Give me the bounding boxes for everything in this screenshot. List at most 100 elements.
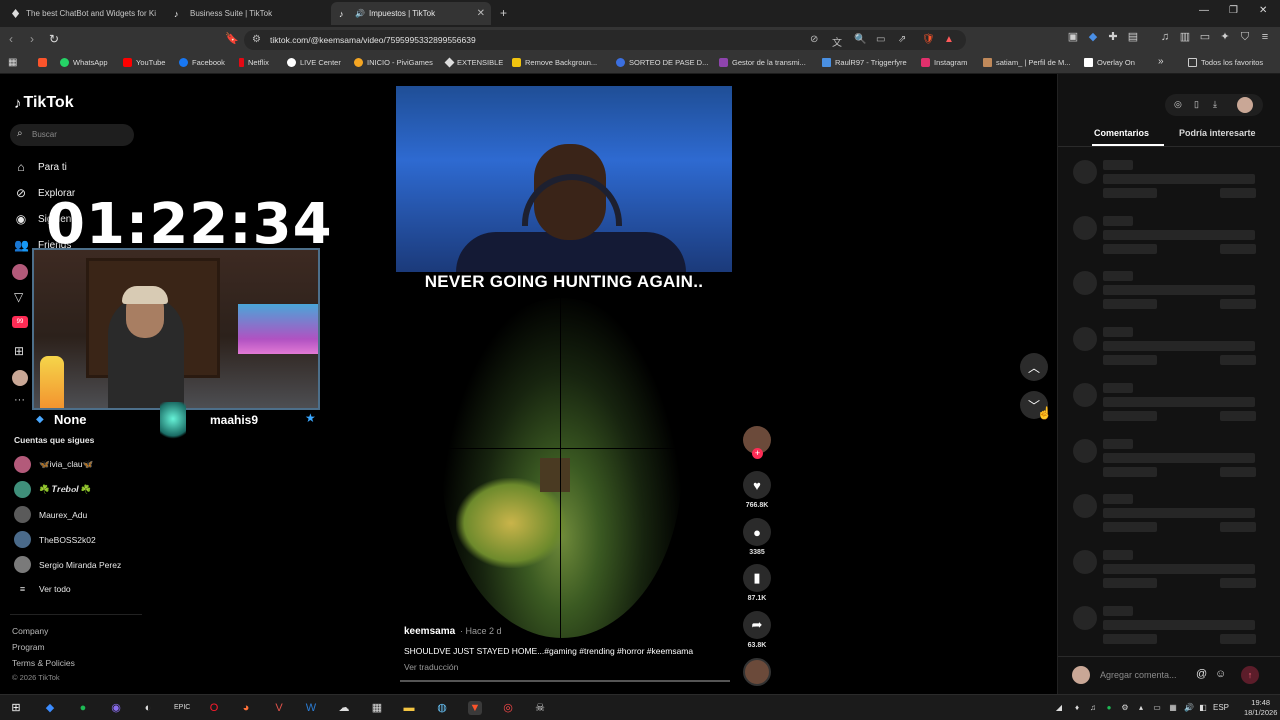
brave-rewards-icon[interactable]: ▲ bbox=[944, 34, 954, 45]
extension-icon[interactable]: ▤ bbox=[1127, 31, 1139, 43]
opera-gx-icon[interactable]: O bbox=[207, 701, 221, 715]
close-window-icon[interactable]: ✕ bbox=[1259, 5, 1267, 16]
author-avatar-button[interactable]: + bbox=[742, 426, 772, 459]
app-icon[interactable]: ☁ bbox=[337, 701, 351, 715]
bookmark-item[interactable]: satiam_ | Perfil de M... bbox=[983, 58, 1070, 67]
footer-link[interactable]: Program bbox=[12, 642, 45, 652]
video-player[interactable]: NEVER GOING HUNTING AGAIN.. bbox=[396, 86, 732, 682]
extension-icon[interactable]: ◆ bbox=[1087, 31, 1099, 43]
video-progress-bar[interactable] bbox=[400, 680, 730, 682]
tray-icon[interactable]: ⚙ bbox=[1118, 701, 1132, 715]
tiktok-logo[interactable]: ♪ TikTok bbox=[14, 94, 74, 112]
brave-shield-icon[interactable]: 🛡 bbox=[922, 34, 935, 45]
valorant-icon[interactable]: V bbox=[272, 701, 286, 715]
no-tracking-icon[interactable]: ⊘ bbox=[810, 34, 818, 45]
save-button[interactable]: ▮ 87.1K bbox=[742, 564, 772, 602]
tray-icon[interactable]: ♫ bbox=[1086, 701, 1100, 715]
apps-grid-icon[interactable]: ▦ bbox=[8, 57, 17, 68]
bookmark-item[interactable]: INICIO - PiviGames bbox=[354, 58, 433, 67]
music-disc-button[interactable] bbox=[742, 658, 772, 686]
share-button[interactable]: ➦ 63.8K bbox=[742, 611, 772, 649]
close-tab-icon[interactable]: ✕ bbox=[477, 8, 485, 19]
app-icon[interactable]: ◎ bbox=[501, 701, 515, 715]
download-icon[interactable]: ⤓ bbox=[1213, 99, 1217, 110]
wallet-icon[interactable]: ▭ bbox=[1199, 31, 1211, 43]
footer-link[interactable]: Company bbox=[12, 626, 48, 636]
see-translation-link[interactable]: Ver traducción bbox=[404, 662, 458, 672]
tab-business-suite[interactable]: ♪ Business Suite | TikTok bbox=[166, 2, 326, 25]
app-icon[interactable]: ◆ bbox=[43, 701, 57, 715]
bookmark-item[interactable]: Remove Backgroun... bbox=[512, 58, 597, 67]
windows-start-icon[interactable]: ⊞ bbox=[9, 701, 23, 715]
more-icon[interactable]: ··· bbox=[14, 394, 25, 406]
following-item[interactable]: TheBOSS2k02 bbox=[14, 531, 96, 548]
previous-video-button[interactable]: ︿ bbox=[1020, 353, 1048, 381]
bookmarks-more-button[interactable]: » bbox=[1158, 56, 1164, 67]
following-item[interactable]: Maurex_Adu bbox=[14, 506, 87, 523]
share-icon[interactable]: ⇗ bbox=[898, 34, 906, 45]
bookmark-brave[interactable] bbox=[38, 58, 51, 67]
site-info-icon[interactable]: ⚙ bbox=[252, 34, 261, 45]
tray-icon[interactable]: ◧ bbox=[1196, 701, 1210, 715]
bookmark-item[interactable]: WhatsApp bbox=[60, 58, 108, 67]
file-explorer-icon[interactable]: ▬ bbox=[402, 701, 416, 715]
extensions-puzzle-icon[interactable]: ✚ bbox=[1107, 31, 1119, 43]
minimize-icon[interactable]: — bbox=[1199, 5, 1209, 16]
bookmark-item[interactable]: SORTEO DE PASE D... bbox=[616, 58, 708, 67]
forward-icon[interactable]: › bbox=[30, 32, 34, 46]
brave-icon[interactable]: ▼ bbox=[468, 701, 482, 715]
device-icon[interactable]: ▯ bbox=[1194, 99, 1199, 110]
bookmark-item[interactable]: RaulR97 - Triggerfyre bbox=[822, 58, 907, 67]
spotify-icon[interactable]: ● bbox=[76, 701, 90, 715]
address-bar[interactable]: ⚙ tiktok.com/@keemsama/video/75959953328… bbox=[244, 30, 966, 50]
coin-icon[interactable]: ◎ bbox=[1174, 99, 1182, 110]
bookmark-page-icon[interactable]: 🔖 bbox=[225, 32, 239, 45]
following-item[interactable]: Sergio Miranda Perez bbox=[14, 556, 121, 573]
obs-icon[interactable]: ◐ bbox=[141, 701, 155, 715]
vpn-icon[interactable]: ⛉ bbox=[1239, 31, 1251, 43]
back-icon[interactable]: ‹ bbox=[9, 32, 13, 46]
calculator-icon[interactable]: ▦ bbox=[370, 701, 384, 715]
follow-plus-icon[interactable]: + bbox=[752, 448, 763, 459]
tab-podria-interesarte[interactable]: Podría interesarte bbox=[1179, 128, 1256, 138]
footer-link[interactable]: Terms & Policies bbox=[12, 658, 75, 668]
see-all-link[interactable]: ≡ Ver todo bbox=[14, 584, 71, 594]
bookmark-item[interactable]: YouTube bbox=[123, 58, 165, 67]
tab-chatbot[interactable]: The best ChatBot and Widgets for Ki bbox=[4, 2, 164, 25]
live-avatar[interactable] bbox=[12, 264, 28, 280]
add-icon[interactable]: ⊞ bbox=[14, 344, 24, 358]
bookmark-item[interactable]: Facebook bbox=[179, 58, 225, 67]
tray-icon[interactable]: ♦ bbox=[1070, 701, 1084, 715]
search-input[interactable]: ⌕ Buscar bbox=[10, 124, 134, 146]
new-tab-button[interactable]: + bbox=[500, 6, 507, 20]
reload-icon[interactable]: ↻ bbox=[49, 32, 59, 46]
following-item[interactable]: 🦋ivia_clau🦋 bbox=[14, 456, 93, 473]
bookmark-item[interactable]: Instagram bbox=[921, 58, 967, 67]
profile-avatar[interactable] bbox=[12, 370, 28, 386]
volume-icon[interactable]: 🔊 bbox=[1182, 701, 1196, 715]
bookmark-item[interactable]: Netflix bbox=[239, 58, 269, 67]
following-item[interactable]: ☘️ 𝑻𝒓𝒆𝒃𝒐𝒍 ☘️ bbox=[14, 481, 91, 498]
clock[interactable]: 19:48 18/1/2026 bbox=[1244, 698, 1277, 718]
emoji-icon[interactable]: ☺ bbox=[1215, 668, 1226, 680]
mention-icon[interactable]: @ bbox=[1196, 668, 1207, 680]
music-icon[interactable]: ♫ bbox=[1159, 31, 1171, 43]
discord-icon[interactable]: ◉ bbox=[109, 701, 123, 715]
zoom-icon[interactable]: 🔍 bbox=[854, 34, 866, 45]
language-indicator[interactable]: ESP bbox=[1213, 703, 1229, 712]
bookmark-item[interactable]: Gestor de la transmi... bbox=[719, 58, 806, 67]
translate-icon[interactable]: 文 bbox=[832, 34, 842, 49]
all-favorites-button[interactable]: Todos los favoritos bbox=[1188, 58, 1263, 67]
cast-icon[interactable]: ▭ bbox=[876, 34, 885, 45]
user-avatar[interactable] bbox=[1237, 97, 1253, 113]
restore-icon[interactable]: ❐ bbox=[1229, 5, 1238, 16]
nav-para-ti[interactable]: ⌂ Para ti bbox=[14, 160, 67, 174]
extension-icon[interactable]: ▣ bbox=[1067, 31, 1079, 43]
firefox-icon[interactable]: ◕ bbox=[239, 701, 253, 715]
menu-icon[interactable]: ≡ bbox=[1259, 31, 1271, 43]
steam-icon[interactable]: ◍ bbox=[435, 701, 449, 715]
like-button[interactable]: ♥ 766.8K bbox=[742, 471, 772, 509]
bookmark-item[interactable]: EXTENSIBLE bbox=[444, 57, 503, 68]
tray-icon[interactable]: ▭ bbox=[1150, 701, 1164, 715]
leo-ai-icon[interactable]: ✦ bbox=[1219, 31, 1231, 43]
